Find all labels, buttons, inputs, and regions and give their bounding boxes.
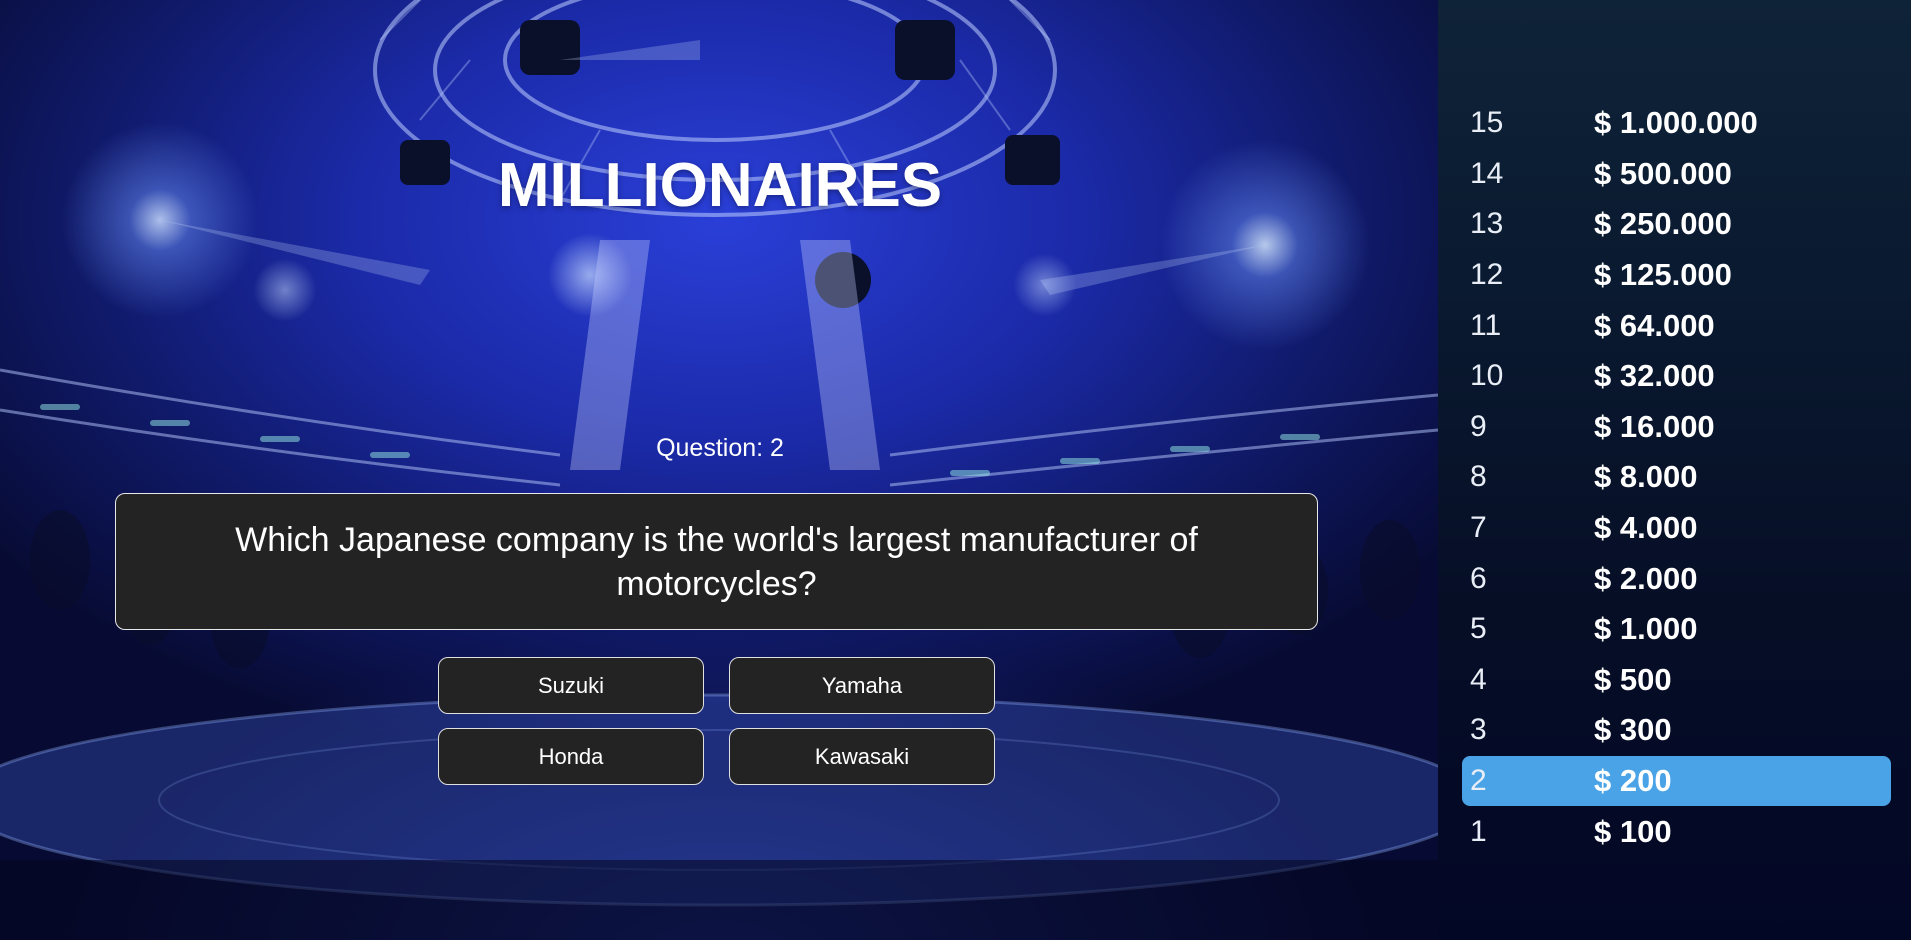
ladder-level-14: 14 $ 500.000 xyxy=(1438,149,1911,200)
game-stage: MILLIONAIRES Question: 2 Which Japanese … xyxy=(0,0,1438,940)
ladder-level-10: 10 $ 32.000 xyxy=(1438,351,1911,402)
question-number: Question: 2 xyxy=(656,434,784,462)
ladder-level-amount: $ 500 xyxy=(1594,661,1672,697)
answer-button-yamaha[interactable]: Yamaha xyxy=(729,657,995,714)
ladder-level-amount: $ 64.000 xyxy=(1594,307,1715,343)
ladder-level-11: 11 $ 64.000 xyxy=(1438,300,1911,351)
ladder-level-amount: $ 16.000 xyxy=(1594,408,1715,444)
ladder-level-amount: $ 32.000 xyxy=(1594,358,1715,394)
answer-button-suzuki[interactable]: Suzuki xyxy=(438,657,704,714)
ladder-level-number: 1 xyxy=(1470,814,1487,848)
ladder-level-amount: $ 300 xyxy=(1594,712,1672,748)
ladder-level-amount: $ 100 xyxy=(1594,813,1672,849)
ladder-level-number: 14 xyxy=(1470,156,1504,190)
ladder-level-4: 4 $ 500 xyxy=(1438,655,1911,706)
ladder-level-number: 10 xyxy=(1470,359,1504,393)
ladder-level-2-current: 2 $ 200 xyxy=(1462,755,1891,807)
game-title: MILLIONAIRES xyxy=(497,151,943,220)
ladder-level-number: 15 xyxy=(1470,106,1504,140)
ladder-level-9: 9 $ 16.000 xyxy=(1438,402,1911,453)
ladder-level-13: 13 $ 250.000 xyxy=(1438,199,1911,250)
ladder-level-amount: $ 2.000 xyxy=(1594,560,1698,596)
ladder-level-amount: $ 250.000 xyxy=(1594,206,1732,242)
ladder-level-number: 2 xyxy=(1470,764,1487,798)
ladder-level-5: 5 $ 1.000 xyxy=(1438,604,1911,655)
ladder-level-number: 4 xyxy=(1470,662,1487,696)
ladder-level-amount: $ 1.000.000 xyxy=(1594,105,1758,141)
ladder-level-number: 11 xyxy=(1470,308,1502,342)
ladder-level-number: 6 xyxy=(1470,561,1487,595)
ladder-level-number: 9 xyxy=(1470,409,1487,443)
question-box: Which Japanese company is the world's la… xyxy=(115,493,1318,630)
ladder-level-number: 8 xyxy=(1470,460,1487,494)
ladder-level-amount: $ 125.000 xyxy=(1594,257,1732,293)
ladder-level-number: 12 xyxy=(1470,258,1504,292)
answer-button-honda[interactable]: Honda xyxy=(438,728,704,785)
ladder-level-amount: $ 500.000 xyxy=(1594,155,1732,191)
ladder-level-amount: $ 200 xyxy=(1594,763,1672,799)
ladder-level-number: 3 xyxy=(1470,713,1487,747)
ladder-level-amount: $ 4.000 xyxy=(1594,510,1698,546)
money-ladder: 15 $ 1.000.000 14 $ 500.000 13 $ 250.000 12… xyxy=(1438,98,1911,857)
ladder-level-12: 12 $ 125.000 xyxy=(1438,250,1911,301)
stage-background-illustration xyxy=(0,0,1438,940)
ladder-level-15: 15 $ 1.000.000 xyxy=(1438,98,1911,149)
ladder-level-1: 1 $ 100 xyxy=(1438,806,1911,857)
ladder-level-6: 6 $ 2.000 xyxy=(1438,553,1911,604)
question-text: Which Japanese company is the world's la… xyxy=(235,520,1198,603)
ladder-level-number: 13 xyxy=(1470,207,1504,241)
ladder-level-amount: $ 8.000 xyxy=(1594,459,1698,495)
money-ladder-panel: 15 $ 1.000.000 14 $ 500.000 13 $ 250.000 12… xyxy=(1438,0,1911,940)
ladder-level-3: 3 $ 300 xyxy=(1438,705,1911,756)
ladder-level-7: 7 $ 4.000 xyxy=(1438,503,1911,554)
answer-button-kawasaki[interactable]: Kawasaki xyxy=(729,728,995,785)
ladder-level-number: 7 xyxy=(1470,511,1487,545)
ladder-level-number: 5 xyxy=(1470,612,1487,646)
ladder-level-amount: $ 1.000 xyxy=(1594,611,1698,647)
ladder-level-8: 8 $ 8.000 xyxy=(1438,452,1911,503)
